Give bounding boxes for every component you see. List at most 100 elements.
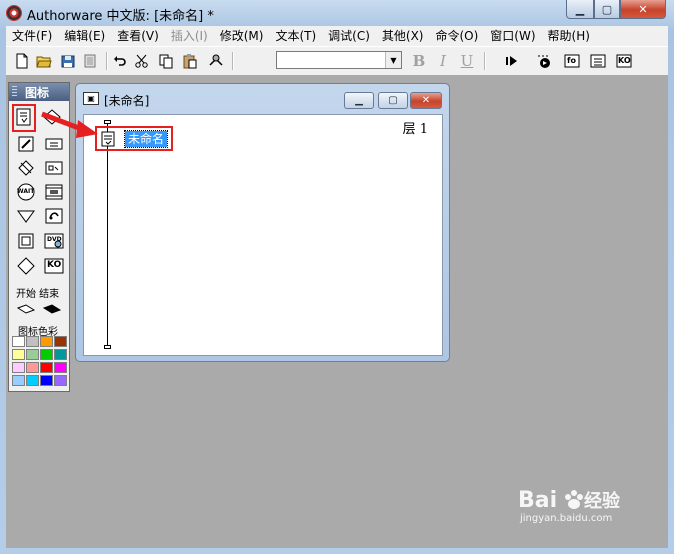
window-title: Authorware 中文版: [未命名] * <box>27 9 214 24</box>
font-select[interactable]: ▼ <box>276 51 402 69</box>
functions-button[interactable]: fo <box>562 51 582 71</box>
child-minimize-button[interactable]: ▁ <box>344 92 374 109</box>
grip-icon[interactable] <box>12 86 17 98</box>
wait-label: WAIT <box>17 188 35 195</box>
interaction-icon-tool[interactable] <box>43 157 65 179</box>
variables-icon <box>590 54 606 68</box>
color-swatch[interactable] <box>54 349 67 360</box>
dvd-icon-tool[interactable]: DVD <box>43 230 65 252</box>
child-close-button[interactable]: ✕ <box>410 92 442 109</box>
paste-button[interactable] <box>180 51 200 71</box>
color-swatch[interactable] <box>40 375 53 386</box>
flowline <box>107 123 108 348</box>
save-button[interactable] <box>58 51 78 71</box>
annotation-highlight-palette <box>12 104 36 132</box>
color-swatch[interactable] <box>26 349 39 360</box>
menu-help[interactable]: 帮助(H) <box>542 26 596 46</box>
menu-window[interactable]: 窗口(W) <box>484 26 541 46</box>
end-flag-tool[interactable] <box>41 298 63 320</box>
import-button[interactable] <box>80 51 100 71</box>
color-swatch[interactable] <box>12 349 25 360</box>
import-icon <box>84 54 96 68</box>
erase-icon <box>18 136 34 152</box>
color-swatch[interactable] <box>12 362 25 373</box>
maximize-button[interactable]: ▢ <box>594 0 620 19</box>
color-swatch[interactable] <box>54 375 67 386</box>
control-panel-icon <box>538 55 550 68</box>
end-flag-icon <box>42 304 62 314</box>
color-swatch[interactable] <box>26 362 39 373</box>
menu-bar: 文件(F) 编辑(E) 查看(V) 插入(I) 修改(M) 文本(T) 调试(C… <box>6 26 668 46</box>
menu-command[interactable]: 命令(O) <box>429 26 484 46</box>
start-flag-icon <box>16 304 36 314</box>
menu-modify[interactable]: 修改(M) <box>214 26 270 46</box>
find-button[interactable] <box>206 51 226 71</box>
color-swatch[interactable] <box>54 362 67 373</box>
diamond-icon <box>17 257 35 275</box>
menu-insert[interactable]: 插入(I) <box>165 26 214 46</box>
ko-label: KO <box>47 260 62 270</box>
map-icon-tool[interactable] <box>15 255 37 277</box>
triangle-down-icon <box>17 210 35 223</box>
start-flag-tool[interactable] <box>15 298 37 320</box>
wait-icon-tool[interactable] <box>15 157 37 179</box>
toolbar-separator <box>106 52 108 70</box>
play-icon <box>506 56 517 66</box>
child-maximize-button[interactable]: ▢ <box>378 92 408 109</box>
undo-button[interactable] <box>110 51 130 71</box>
decision-icon <box>18 160 34 176</box>
svg-text:经验: 经验 <box>584 490 621 512</box>
menu-text[interactable]: 文本(T) <box>269 26 322 46</box>
underline-button[interactable]: U <box>458 52 476 70</box>
bold-button[interactable]: B <box>410 52 428 70</box>
erase-icon-tool[interactable] <box>15 133 37 155</box>
control-panel-button[interactable] <box>534 51 554 71</box>
framework-icon-tool[interactable] <box>15 230 37 252</box>
wait-tool[interactable]: WAIT <box>15 181 37 203</box>
undo-icon <box>114 56 126 66</box>
color-swatch[interactable] <box>26 375 39 386</box>
annotation-arrow-icon <box>41 111 98 138</box>
color-swatch[interactable] <box>54 336 67 347</box>
palette-header[interactable]: 图标 <box>9 83 69 101</box>
close-button[interactable]: ✕ <box>620 0 666 19</box>
baidu-jingyan-watermark-icon: Bai 经验 jingyan.baidu.com <box>518 488 621 523</box>
menu-file[interactable]: 文件(F) <box>6 26 58 46</box>
color-swatch[interactable] <box>26 336 39 347</box>
menu-edit[interactable]: 编辑(E) <box>58 26 111 46</box>
color-swatch[interactable] <box>40 336 53 347</box>
framework-icon <box>18 233 34 249</box>
color-swatch[interactable] <box>40 349 53 360</box>
knowledge-objects-button[interactable]: KO <box>614 51 634 71</box>
new-file-button[interactable] <box>12 51 32 71</box>
chevron-down-icon[interactable]: ▼ <box>385 52 401 68</box>
menu-other[interactable]: 其他(X) <box>376 26 430 46</box>
copy-button[interactable] <box>156 51 176 71</box>
italic-button[interactable]: I <box>434 52 452 70</box>
sound-icon-tool[interactable] <box>43 205 65 227</box>
minimize-button[interactable]: ▁ <box>566 0 594 19</box>
navigate-icon-tool[interactable] <box>15 205 37 227</box>
menu-debug[interactable]: 调试(C) <box>322 26 376 46</box>
cut-button[interactable] <box>132 51 152 71</box>
layer-label: 层 1 <box>402 122 428 137</box>
paste-icon <box>183 54 197 69</box>
film-icon <box>45 184 63 200</box>
design-window-icon: ▣ <box>83 92 99 105</box>
flowline-end-handle[interactable] <box>104 345 111 349</box>
interaction-icon <box>45 161 63 175</box>
menu-view[interactable]: 查看(V) <box>111 26 165 46</box>
design-window-title: [未命名] <box>104 94 150 108</box>
svg-text:jingyan.baidu.com: jingyan.baidu.com <box>519 513 612 523</box>
color-swatch[interactable] <box>12 375 25 386</box>
color-swatch[interactable] <box>12 336 25 347</box>
digital-movie-tool[interactable] <box>43 181 65 203</box>
title-bar[interactable]: Authorware 中文版: [未命名] * ▁ ▢ ✕ <box>0 0 674 26</box>
open-file-button[interactable] <box>34 51 54 71</box>
annotation-highlight-node <box>95 126 173 151</box>
ko-icon-tool[interactable]: KO <box>43 255 65 277</box>
restart-button[interactable] <box>502 51 522 71</box>
color-swatch[interactable] <box>40 362 53 373</box>
variables-button[interactable] <box>588 51 608 71</box>
palette-title: 图标 <box>25 86 50 100</box>
